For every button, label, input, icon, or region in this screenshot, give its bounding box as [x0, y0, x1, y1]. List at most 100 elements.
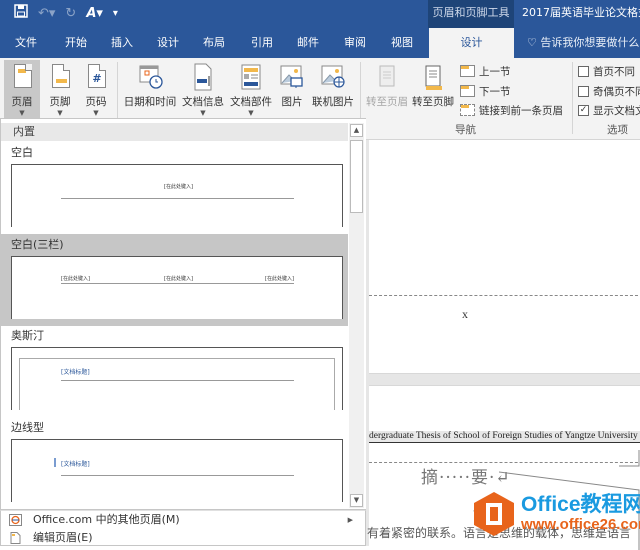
ribbon-tabs: 文件 开始 插入 设计 布局 引用 邮件 审阅 视图 设计 ♡ 告诉我你想要做什… [0, 28, 640, 58]
tab-layout[interactable]: 布局 [192, 28, 236, 58]
previous-section-label: 上一节 [479, 65, 511, 78]
page-gap [369, 373, 640, 386]
date-time-icon [137, 62, 163, 92]
office-logo-icon [474, 492, 514, 536]
link-to-previous-button[interactable]: 链接到前一条页眉 [460, 101, 563, 119]
checkbox-unchecked[interactable] [578, 85, 589, 97]
date-time-button[interactable]: 日期和时间 [122, 60, 178, 118]
austin-frame [19, 358, 335, 410]
picture-icon [279, 62, 305, 92]
checkmark-icon[interactable]: ✓ [578, 104, 589, 116]
footer-label: 页脚 [49, 96, 71, 108]
tab-view[interactable]: 视图 [380, 28, 424, 58]
link-to-previous-icon [460, 104, 475, 116]
gallery-item-title: 空白 [11, 146, 33, 159]
title-bar: ↶▾ ↻ A▾ ▾ 页眉和页脚工具 2017届英语毕业论文格式 [0, 0, 640, 28]
tab-design[interactable]: 设计 [146, 28, 190, 58]
gallery-item-title: 空白(三栏) [11, 238, 64, 251]
placeholder-text: [文档标题] [61, 461, 90, 468]
goto-footer-icon [420, 62, 446, 92]
first-page-different-label: 首页不同 [593, 65, 635, 78]
document-info-button[interactable]: 文档信息 ▼ [180, 60, 226, 118]
gallery-item-sideline[interactable]: [文档标题] [11, 439, 343, 502]
chevron-down-icon: ▼ [248, 109, 254, 117]
previous-section-icon [460, 65, 475, 77]
navigation-group-label: 导航 [455, 124, 476, 136]
office-com-icon [9, 514, 22, 526]
options-group-label: 选项 [607, 124, 628, 136]
menu-item-edit-header[interactable]: 编辑页眉(E) [1, 529, 365, 547]
undo-icon[interactable]: ↶▾ [38, 6, 55, 21]
gallery-item-title: 边线型 [11, 421, 44, 434]
abstract-heading[interactable]: 摘·····要·↵ [421, 463, 511, 488]
next-section-label: 下一节 [479, 85, 511, 98]
header-rule [61, 475, 294, 476]
quick-parts-label: 文档部件 [230, 96, 272, 108]
next-section-button[interactable]: 下一节 [460, 82, 511, 100]
tab-mailings[interactable]: 邮件 [286, 28, 330, 58]
footer-button[interactable]: 页脚 ▼ [44, 60, 76, 118]
watermark-url: www.office26.com [521, 516, 640, 533]
header-label: 页眉 [11, 96, 33, 108]
link-to-previous-label: 链接到前一条页眉 [479, 104, 563, 117]
document-info-icon [190, 62, 216, 92]
header-menu: Office.com 中的其他页眉(M) ▶ 编辑页眉(E) [0, 510, 366, 546]
group-divider [572, 62, 573, 134]
picture-label: 图片 [281, 96, 303, 108]
gallery-item-title: 奥斯汀 [11, 329, 44, 342]
previous-section-button[interactable]: 上一节 [460, 62, 511, 80]
page-number-label: 页码 [85, 96, 107, 108]
document-info-label: 文档信息 [182, 96, 224, 108]
tab-insert[interactable]: 插入 [100, 28, 144, 58]
customize-qat-icon[interactable]: ▾ [113, 8, 118, 19]
scroll-up-arrow-icon[interactable]: ▲ [350, 124, 363, 137]
odd-even-different-checkbox[interactable]: 奇偶页不同 [578, 82, 640, 100]
submenu-arrow-icon: ▶ [347, 516, 353, 524]
gallery-item-blank-three-column[interactable]: [在此处键入] [在此处键入] [在此处键入] [11, 256, 343, 319]
goto-header-button[interactable]: 转至页眉 [364, 60, 410, 118]
tab-home[interactable]: 开始 [54, 28, 98, 58]
format-painter-icon[interactable]: A▾ [86, 6, 103, 21]
tab-review[interactable]: 审阅 [333, 28, 377, 58]
date-time-label: 日期和时间 [123, 96, 177, 108]
menu-item-more-headers[interactable]: Office.com 中的其他页眉(M) ▶ [1, 511, 365, 529]
placeholder-text: [在此处键入] [164, 184, 193, 190]
gallery-item-blank[interactable]: [在此处键入] [11, 164, 343, 227]
tell-me-search[interactable]: ♡ 告诉我你想要做什么 [527, 28, 639, 58]
header-boundary [369, 295, 640, 296]
context-tools-label: 页眉和页脚工具 [428, 0, 514, 28]
header-button[interactable]: 页眉 ▼ [4, 60, 40, 118]
tab-header-footer-design[interactable]: 设计 [429, 28, 514, 58]
page-number-icon: # [83, 62, 109, 92]
document-title: 2017届英语毕业论文格式 [522, 6, 640, 19]
quick-parts-button[interactable]: 文档部件 ▼ [228, 60, 274, 118]
placeholder-text: [文档标题] [61, 369, 90, 376]
header-rule [61, 198, 294, 199]
scroll-thumb[interactable] [350, 140, 363, 213]
checkbox-unchecked[interactable] [578, 65, 589, 77]
more-headers-label: Office.com 中的其他页眉(M) [33, 513, 180, 526]
first-page-different-checkbox[interactable]: 首页不同 [578, 62, 635, 80]
picture-button[interactable]: 图片 [276, 60, 308, 118]
placeholder-text: [在此处键入] [265, 276, 294, 282]
english-header-line[interactable]: dergraduate Thesis of School of Foreign … [369, 431, 640, 443]
gallery-category: 内置 [1, 123, 348, 141]
tab-file[interactable]: 文件 [4, 28, 48, 58]
goto-footer-button[interactable]: 转至页脚 [410, 60, 456, 118]
redo-icon[interactable]: ↻ [65, 6, 76, 21]
tab-references[interactable]: 引用 [240, 28, 284, 58]
header-text[interactable]: x [462, 307, 468, 322]
show-document-text-label: 显示文档文字 [593, 104, 640, 117]
scroll-down-arrow-icon[interactable]: ▼ [350, 494, 363, 507]
next-section-icon [460, 85, 475, 97]
page-number-button[interactable]: # 页码 ▼ [80, 60, 112, 118]
online-picture-button[interactable]: 联机图片 [310, 60, 356, 118]
gallery-item-austin[interactable]: [文档标题] [11, 347, 343, 410]
document-area[interactable]: x dergraduate Thesis of School of Foreig… [366, 140, 640, 550]
quick-parts-icon [238, 62, 264, 92]
chevron-down-icon: ▼ [57, 109, 63, 117]
show-document-text-checkbox[interactable]: ✓ 显示文档文字 [578, 101, 640, 119]
gallery-scrollbar[interactable]: ▲ ▼ [349, 123, 364, 508]
edit-header-icon [9, 532, 22, 544]
save-icon[interactable] [14, 4, 28, 22]
